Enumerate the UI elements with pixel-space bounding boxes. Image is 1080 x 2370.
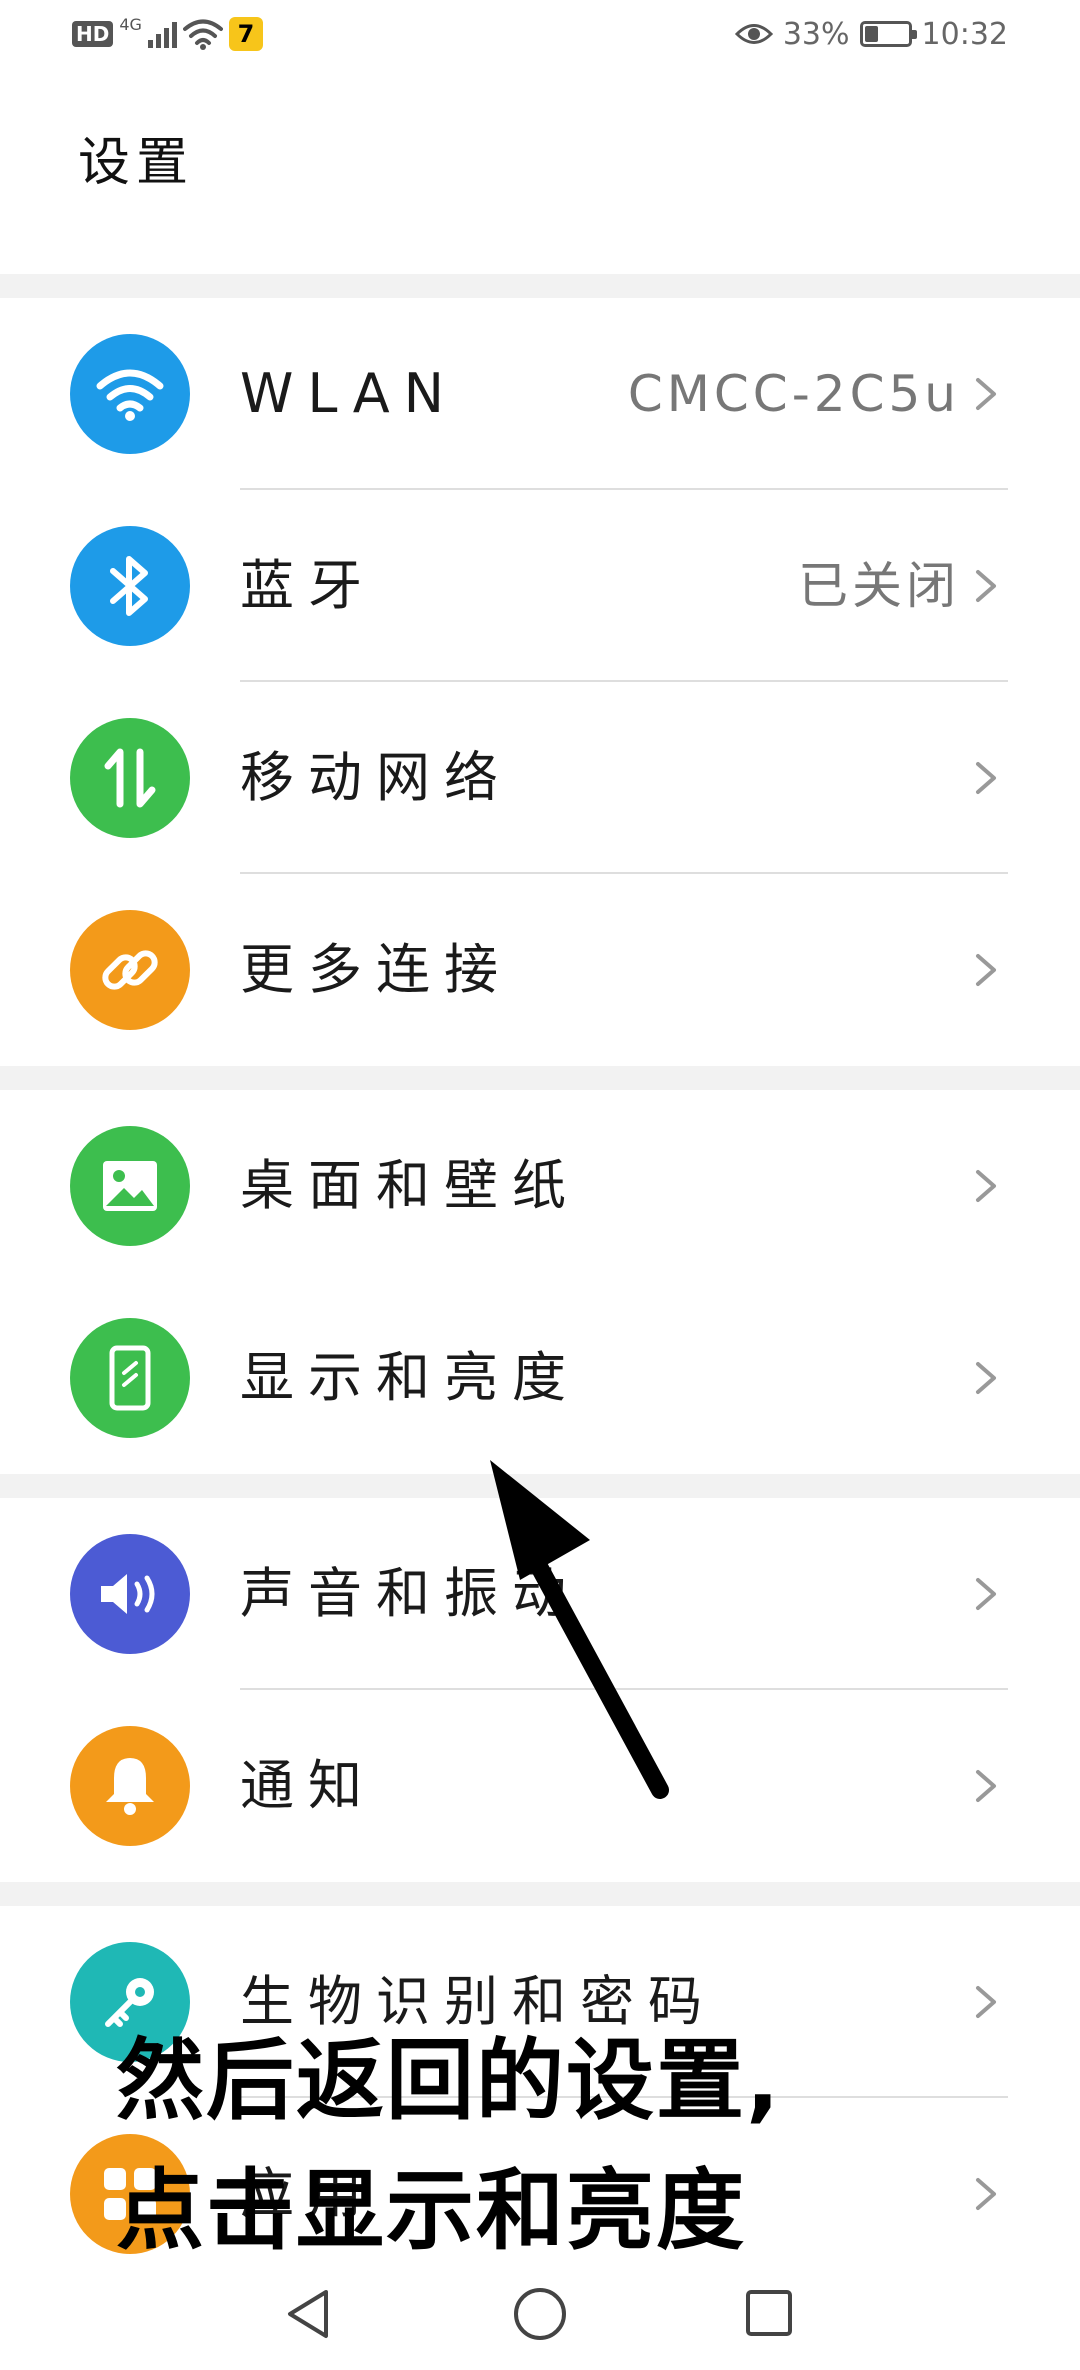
- link-icon: [70, 910, 190, 1030]
- section-gap: [0, 1066, 1080, 1090]
- wifi-icon: [70, 334, 190, 454]
- setting-label: WLAN: [240, 362, 459, 425]
- navigation-bar: [0, 2260, 1080, 2370]
- setting-row-wlan[interactable]: WLAN CMCC-2C5u: [0, 298, 1080, 490]
- bluetooth-icon: [70, 526, 190, 646]
- chevron-right-icon: [976, 1362, 996, 1394]
- home-icon[interactable]: [512, 2286, 568, 2342]
- setting-row-bluetooth[interactable]: 蓝牙 已关闭: [0, 490, 1080, 682]
- section-connectivity: WLAN CMCC-2C5u 蓝牙 已关闭 移动网络 更多连接: [0, 298, 1080, 1066]
- chevron-right-icon: [976, 762, 996, 794]
- clock: 10:32: [921, 16, 1008, 52]
- annotation-line-1: 然后返回的设置,: [116, 2029, 782, 2132]
- setting-row-mobile-network[interactable]: 移动网络: [0, 682, 1080, 874]
- battery-icon: [859, 21, 917, 47]
- app-notification-icon: 7: [228, 17, 263, 51]
- wallpaper-icon: [70, 1126, 190, 1246]
- battery-fill: [864, 26, 879, 42]
- annotation-arrow-icon: [490, 1460, 669, 1799]
- status-left: HD 4G 7: [72, 14, 263, 54]
- recents-icon[interactable]: [744, 2288, 794, 2338]
- setting-label: 更多连接: [240, 938, 512, 1001]
- setting-label: 移动网络: [240, 746, 512, 809]
- chevron-right-icon: [976, 1770, 996, 1802]
- signal-icon: [147, 20, 177, 48]
- section-gap: [0, 274, 1080, 298]
- setting-value: 已关闭: [798, 557, 960, 615]
- chevron-right-icon: [976, 1170, 996, 1202]
- chevron-right-icon: [976, 570, 996, 602]
- hd-badge: HD: [72, 21, 114, 47]
- sound-icon: [70, 1534, 190, 1654]
- mobile-data-icon: [70, 718, 190, 838]
- display-icon: [70, 1318, 190, 1438]
- bell-icon: [70, 1726, 190, 1846]
- chevron-right-icon: [976, 1986, 996, 2018]
- eye-comfort-icon: [734, 24, 773, 44]
- chevron-right-icon: [976, 954, 996, 986]
- wifi-status-icon: [182, 19, 223, 50]
- battery-percent: 33%: [782, 16, 850, 52]
- status-right: 33% 10:32: [734, 14, 1008, 54]
- setting-row-more-connections[interactable]: 更多连接: [0, 874, 1080, 1066]
- section-display: 桌面和壁纸 显示和亮度: [0, 1090, 1080, 1474]
- chevron-right-icon: [976, 1578, 996, 1610]
- network-type: 4G: [119, 14, 142, 34]
- setting-label: 桌面和壁纸: [240, 1154, 580, 1217]
- setting-label: 蓝牙: [240, 554, 376, 617]
- chevron-right-icon: [976, 2178, 996, 2210]
- status-bar: HD 4G 7 33% 10:32: [0, 0, 1080, 70]
- chevron-right-icon: [976, 378, 996, 410]
- setting-value: CMCC-2C5u: [627, 365, 960, 423]
- annotation-line-2: 点击显示和亮度: [116, 2159, 747, 2262]
- section-gap: [0, 1882, 1080, 1906]
- setting-label: 通知: [240, 1754, 376, 1817]
- back-icon[interactable]: [282, 2286, 332, 2342]
- page-title: 设置: [78, 133, 195, 193]
- setting-row-wallpaper[interactable]: 桌面和壁纸: [0, 1090, 1080, 1282]
